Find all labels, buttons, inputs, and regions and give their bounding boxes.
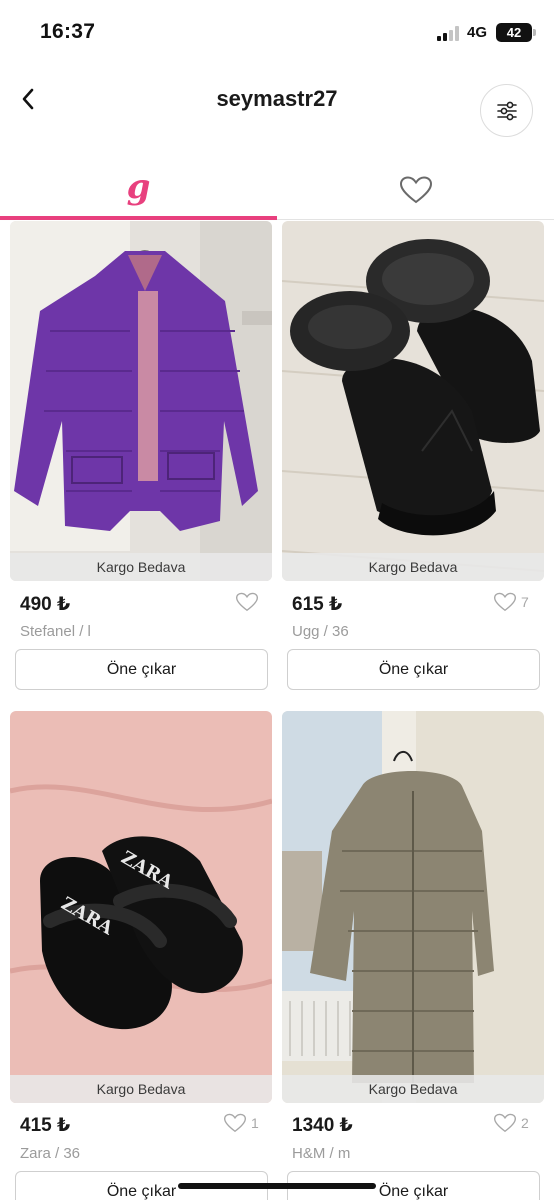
active-tab-indicator xyxy=(0,216,277,220)
page-title: seymastr27 xyxy=(216,86,338,111)
product-price: 615 ₺ xyxy=(292,594,343,615)
tab-favorites[interactable] xyxy=(277,160,554,220)
status-bar: 16:37 4G 42 xyxy=(0,0,554,64)
heart-icon xyxy=(494,1113,516,1133)
product-card[interactable]: Kargo Bedava 1340 ₺ 2 H&M / m Öne çıkar xyxy=(282,711,544,1200)
purple-puffer-jacket-photo xyxy=(10,221,272,581)
product-card[interactable]: ZARA ZARA Kargo Bedava 415 ₺ 1 Zara / 36… xyxy=(10,711,272,1200)
network-type: 4G xyxy=(467,24,488,41)
favorite-count: 7 xyxy=(521,594,529,610)
product-price: 415 ₺ xyxy=(20,1115,71,1136)
product-card[interactable]: Kargo Bedava 490 ₺ Stefanel / l Öne çıka… xyxy=(10,221,272,691)
free-shipping-badge: Kargo Bedava xyxy=(282,553,544,581)
product-price: 490 ₺ xyxy=(20,594,71,615)
heart-icon xyxy=(224,1113,246,1133)
free-shipping-badge: Kargo Bedava xyxy=(10,553,272,581)
product-brand-size: H&M / m xyxy=(292,1145,351,1162)
product-brand-size: Zara / 36 xyxy=(20,1145,81,1162)
product-brand-size: Ugg / 36 xyxy=(292,623,349,640)
zara-black-slides-photo: ZARA ZARA xyxy=(10,711,272,1103)
promote-button[interactable]: Öne çıkar xyxy=(15,649,268,690)
promote-button[interactable]: Öne çıkar xyxy=(287,649,540,690)
favorite-button[interactable]: 2 xyxy=(494,1113,529,1133)
brand-g-icon: g xyxy=(126,167,151,207)
status-time: 16:37 xyxy=(40,20,96,43)
profile-tabs: g xyxy=(0,160,554,220)
product-image[interactable]: Kargo Bedava xyxy=(282,221,544,581)
black-ugg-boots-photo xyxy=(282,221,544,581)
heart-icon xyxy=(236,592,258,612)
product-brand-size: Stefanel / l xyxy=(20,623,91,640)
free-shipping-badge: Kargo Bedava xyxy=(10,1075,272,1103)
favorite-count: 1 xyxy=(251,1115,259,1131)
favorite-button[interactable] xyxy=(236,592,263,612)
favorite-button[interactable]: 1 xyxy=(224,1113,259,1133)
product-image[interactable]: ZARA ZARA Kargo Bedava xyxy=(10,711,272,1103)
header: seymastr27 xyxy=(0,64,554,160)
filter-button[interactable] xyxy=(480,84,533,137)
signal-strength-icon xyxy=(437,26,463,41)
favorite-button[interactable]: 7 xyxy=(494,592,529,612)
product-image[interactable]: Kargo Bedava xyxy=(10,221,272,581)
khaki-long-puffer-coat-photo xyxy=(282,711,544,1103)
favorite-count: 2 xyxy=(521,1115,529,1131)
product-price: 1340 ₺ xyxy=(292,1115,353,1136)
product-card[interactable]: Kargo Bedava 615 ₺ 7 Ugg / 36 Öne çıkar xyxy=(282,221,544,691)
product-image[interactable]: Kargo Bedava xyxy=(282,711,544,1103)
sliders-icon xyxy=(496,101,517,120)
tab-listings[interactable]: g xyxy=(0,160,277,220)
heart-icon xyxy=(494,592,516,612)
free-shipping-badge: Kargo Bedava xyxy=(282,1075,544,1103)
battery-tip xyxy=(533,29,536,36)
battery-level: 42 xyxy=(506,25,522,40)
heart-icon xyxy=(399,176,432,204)
battery-icon: 42 xyxy=(496,23,532,42)
home-indicator[interactable] xyxy=(178,1183,376,1189)
